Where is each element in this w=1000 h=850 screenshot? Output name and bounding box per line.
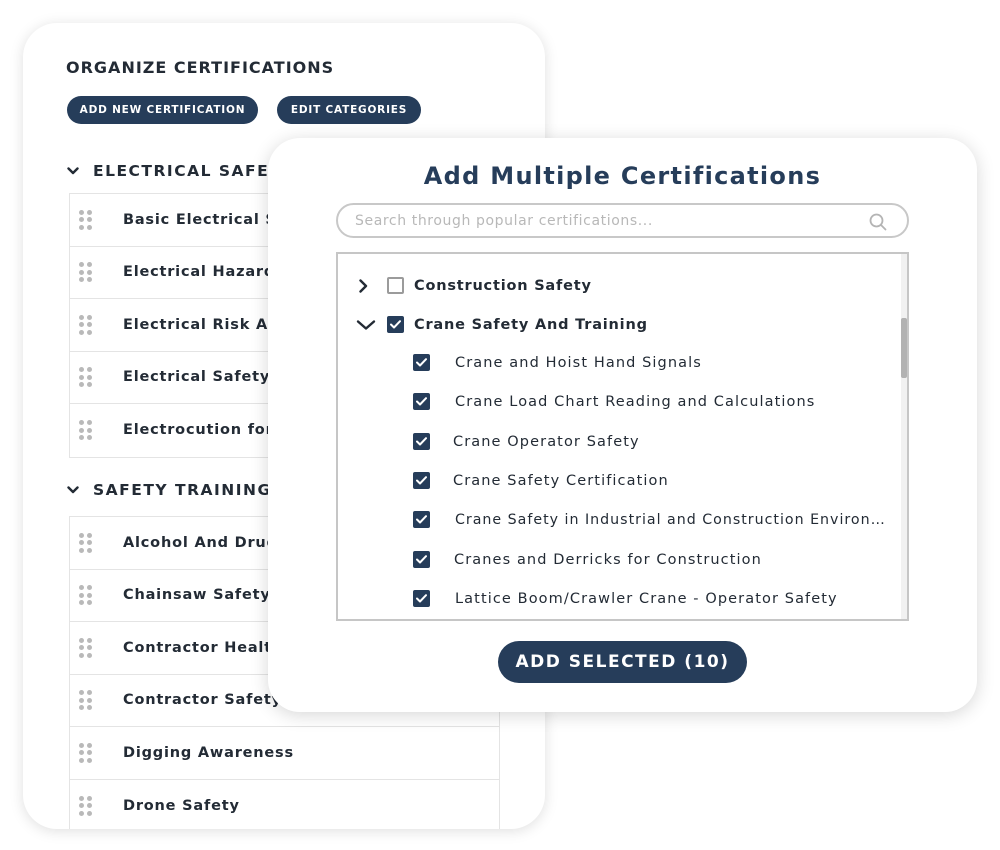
chevron-down-icon [67,484,79,496]
tree-node-construction-safety[interactable]: Construction Safety [356,277,592,294]
list-item[interactable]: Digging Awareness [70,727,499,780]
category-label: ELECTRICAL SAFETY [93,162,294,180]
list-item-label: Electrical Hazards [123,264,285,281]
checkbox-child[interactable] [413,433,430,450]
tree-child-item[interactable]: Crane Safety in Industrial and Construct… [413,511,886,528]
checkmark-icon [416,437,427,446]
scrollbar-thumb[interactable] [901,318,907,378]
list-item-label: Basic Electrical Sa [123,211,288,228]
search-input[interactable] [353,211,853,230]
checkbox-child[interactable] [413,393,430,410]
checkmark-icon [416,555,427,564]
checkmark-icon [390,320,401,329]
add-multiple-certifications-modal: Add Multiple Certifications Construction… [268,138,977,712]
checkbox-child[interactable] [413,551,430,568]
tree-child-item[interactable]: Crane and Hoist Hand Signals [413,354,702,371]
tree-child-label: Cranes and Derricks for Construction [454,551,762,568]
checkbox-crane-safety-and-training[interactable] [387,316,404,333]
checkmark-icon [416,397,427,406]
add-selected-button[interactable]: ADD SELECTED (10) [498,641,747,683]
drag-handle-icon[interactable] [79,690,93,711]
checkbox-child[interactable] [413,354,430,371]
category-label: SAFETY TRAINING [93,481,272,499]
drag-handle-icon[interactable] [79,420,93,441]
search-box[interactable] [336,203,909,238]
add-new-certification-button[interactable]: ADD NEW CERTIFICATION [67,96,258,124]
drag-handle-icon[interactable] [79,795,93,816]
checkmark-icon [416,594,427,603]
drag-handle-icon[interactable] [79,742,93,763]
checkbox-child[interactable] [413,511,430,528]
tree-scrollbar[interactable] [901,254,907,619]
edit-categories-button[interactable]: EDIT CATEGORIES [277,96,421,124]
checkmark-icon [416,358,427,367]
drag-handle-icon[interactable] [79,367,93,388]
checkmark-icon [416,515,427,524]
tree-child-label: Crane and Hoist Hand Signals [455,354,702,371]
list-item-label: Electrocution for C [123,422,291,439]
certification-tree: Construction Safety Crane Safety And Tra… [336,252,909,621]
tree-child-label: Crane Operator Safety [453,433,640,450]
tree-node-crane-safety-and-training[interactable]: Crane Safety And Training [356,316,648,333]
tree-node-label: Crane Safety And Training [414,316,648,333]
drag-handle-icon[interactable] [79,262,93,283]
drag-handle-icon[interactable] [79,314,93,335]
modal-title: Add Multiple Certifications [423,162,822,190]
drag-handle-icon[interactable] [79,532,93,553]
checkbox-child[interactable] [413,472,430,489]
checkbox-child[interactable] [413,590,430,607]
list-item-label: Chainsaw Safety C [123,587,288,604]
tree-child-item[interactable]: Lattice Boom/Crawler Crane - Operator Sa… [413,590,838,607]
list-item-label: Electrical Risk Ass [123,316,287,333]
chevron-right-icon[interactable] [356,278,370,293]
drag-handle-icon[interactable] [79,637,93,658]
chevron-down-icon[interactable] [356,318,376,332]
list-item-label: Contractor Health [123,639,284,656]
tree-child-label: Crane Safety Certification [453,472,669,489]
tree-node-label: Construction Safety [414,277,592,294]
checkbox-construction-safety[interactable] [387,277,404,294]
list-item-label: Drone Safety [123,797,240,814]
category-header-safety-training[interactable]: SAFETY TRAINING [67,478,272,502]
tree-child-label: Lattice Boom/Crawler Crane - Operator Sa… [455,590,838,607]
drag-handle-icon[interactable] [79,209,93,230]
search-icon[interactable] [869,213,887,231]
list-item-label: Digging Awareness [123,744,294,761]
category-header-electrical-safety[interactable]: ELECTRICAL SAFETY [67,159,294,183]
tree-child-item[interactable]: Crane Safety Certification [413,472,669,489]
checkmark-icon [416,476,427,485]
chevron-down-icon [67,165,79,177]
drag-handle-icon[interactable] [79,585,93,606]
tree-child-label: Crane Safety in Industrial and Construct… [455,511,886,528]
list-item-label: Electrical Safety T [123,369,287,386]
tree-child-item[interactable]: Crane Load Chart Reading and Calculation… [413,393,815,410]
tree-child-item[interactable]: Crane Operator Safety [413,433,640,450]
tree-child-label: Crane Load Chart Reading and Calculation… [455,393,816,410]
panel-title: ORGANIZE CERTIFICATIONS [66,58,335,77]
tree-child-item[interactable]: Cranes and Derricks for Construction [413,551,762,568]
list-item-label: Contractor Safety [123,692,282,709]
list-item[interactable]: Drone Safety [70,780,499,830]
